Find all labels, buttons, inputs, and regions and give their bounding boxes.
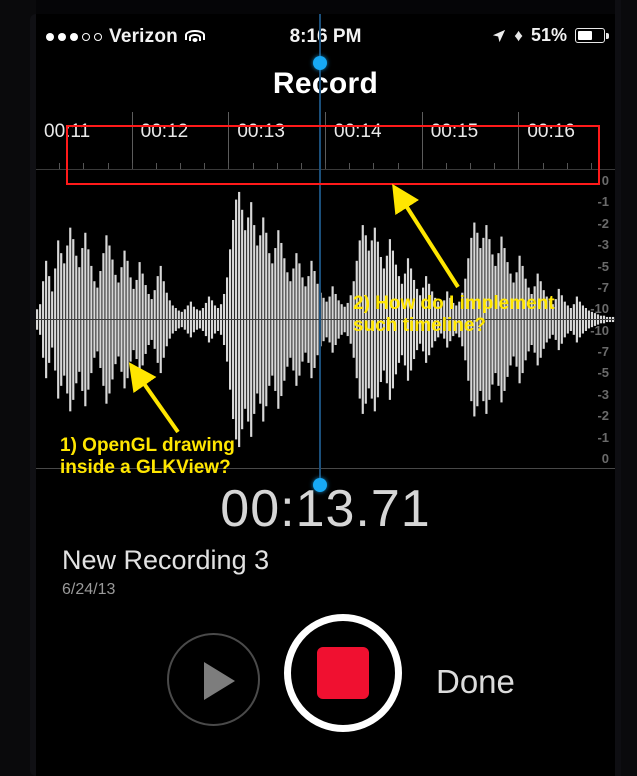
db-scale-label: -3 [597, 386, 609, 402]
timeline-tick-label: 00:11 [44, 121, 91, 142]
timeline-tick-1: 00:12 [131, 112, 229, 169]
timeline-minor-tick [36, 163, 59, 169]
timeline-minor-tick [204, 163, 228, 169]
battery-icon [575, 28, 609, 43]
status-bar-right: ♦ 51% [492, 25, 609, 46]
db-scale-label: 0 [601, 450, 609, 466]
timeline-minor-tick [566, 163, 591, 169]
timeline-minor-tick [494, 163, 518, 169]
timeline-minor-tick [590, 163, 615, 169]
status-bar: Verizon 8:16 PM ♦ 51% [36, 14, 615, 60]
timeline-minor-tick [180, 163, 204, 169]
timeline-tick-label: 00:16 [527, 121, 575, 142]
timeline-minor-tick [349, 163, 373, 169]
db-scale-label: -5 [597, 365, 609, 381]
db-scale-label: -10 [590, 301, 609, 317]
timeline-tick-label: 00:12 [140, 121, 189, 142]
db-scale-label: -7 [597, 279, 609, 295]
elapsed-time: 00:13.71 [220, 480, 431, 538]
record-stop-button[interactable] [284, 614, 402, 732]
timeline-minor-tick [373, 163, 397, 169]
db-scale-label: -2 [597, 408, 609, 424]
timeline-tick-label: 00:13 [237, 121, 285, 142]
db-scale-label: -5 [597, 258, 609, 274]
timeline-minor-tick [325, 163, 349, 169]
playhead-handle-bottom[interactable] [313, 478, 327, 492]
db-scale-label: -1 [597, 194, 609, 210]
transport-controls: Done [36, 605, 615, 755]
phone-screen: Verizon 8:16 PM ♦ 51% Record 00:11 00:12 0… [36, 14, 615, 776]
timeline-tick-0: 00:11 [36, 112, 132, 169]
timeline-minor-tick [59, 163, 83, 169]
annotation-note-1: 1) OpenGL drawing inside a GLKView? [60, 435, 235, 478]
timeline-minor-tick [107, 163, 132, 169]
db-scale-label: -10 [590, 322, 609, 338]
playhead[interactable] [313, 14, 327, 492]
timeline-minor-tick [155, 163, 180, 169]
timeline-tick-label: 00:15 [430, 121, 479, 142]
play-button[interactable] [167, 633, 260, 726]
battery-percent-label: 51% [530, 25, 567, 45]
db-scale-label: -3 [597, 237, 609, 253]
db-scale-label: -2 [597, 215, 609, 231]
timeline-minor-tick [397, 163, 422, 169]
db-scale: 0 -1 -2 -3 -5 -7 -10 -10 -7 -5 -3 -2 -1 0 [575, 174, 609, 465]
playhead-handle-top[interactable] [313, 56, 327, 70]
recording-name[interactable]: New Recording 3 [36, 539, 615, 576]
timeline-tick-3: 00:14 [325, 112, 422, 169]
timeline-minor-tick [276, 163, 301, 169]
stop-square-icon [317, 647, 369, 699]
done-button[interactable]: Done [436, 663, 515, 701]
timeline-minor-tick [421, 163, 446, 169]
timeline-minor-tick [445, 163, 470, 169]
device-bezel-inner-right [615, 0, 621, 776]
timeline-tick-labels: 00:11 00:12 00:13 00:14 00:15 00:16 [36, 112, 615, 169]
page-title: Record [272, 67, 379, 100]
location-arrow-icon [493, 29, 506, 42]
timeline-minor-tick [228, 163, 252, 169]
timeline-tick-5: 00:16 [518, 112, 615, 169]
timeline-minor-tick [518, 163, 542, 169]
play-icon [204, 662, 235, 700]
timeline-minor-ticks [36, 162, 615, 169]
timeline-minor-tick [470, 163, 494, 169]
timeline-tick-4: 00:15 [421, 112, 519, 169]
db-scale-label: -1 [597, 429, 609, 445]
timeline-tick-label: 00:14 [334, 121, 382, 142]
timeline-tick-2: 00:13 [228, 112, 325, 169]
bluetooth-icon: ♦ [514, 25, 523, 45]
recording-meta: 00:13.71 New Recording 3 6/24/13 [36, 469, 615, 605]
timeline-minor-tick [83, 163, 107, 169]
screenshot-root: Verizon 8:16 PM ♦ 51% Record 00:11 00:12 0… [0, 0, 637, 776]
db-scale-label: -7 [597, 344, 609, 359]
timeline-minor-tick [131, 163, 156, 169]
timeline-minor-tick [300, 163, 325, 169]
timeline-minor-tick [252, 163, 277, 169]
timeline-minor-tick [542, 163, 567, 169]
timeline-ruler[interactable]: 00:11 00:12 00:13 00:14 00:15 00:16 [36, 112, 615, 170]
recording-date: 6/24/13 [62, 581, 116, 598]
annotation-note-2: 2) How do I implement such timeline? [353, 293, 555, 336]
db-scale-label: 0 [601, 173, 609, 188]
